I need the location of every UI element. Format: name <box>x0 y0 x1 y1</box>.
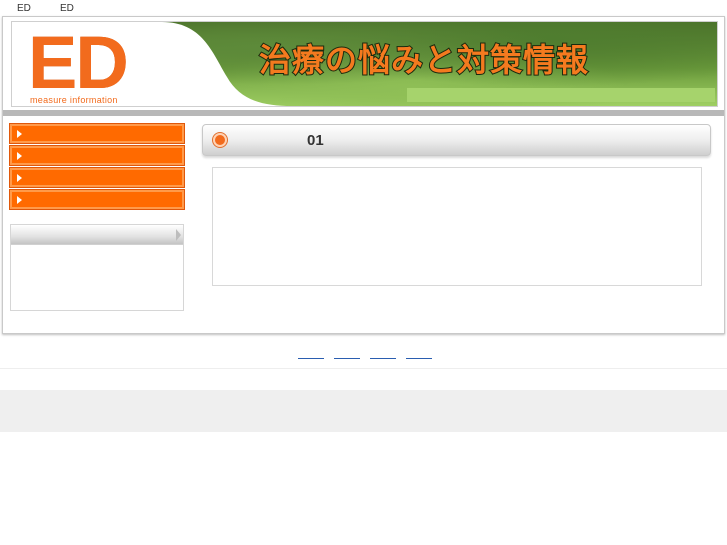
triangle-right-icon <box>17 130 22 138</box>
top-bar: ED ED <box>0 0 727 17</box>
sidebar-nav-item[interactable] <box>9 167 185 188</box>
footer-link[interactable] <box>370 347 396 359</box>
content-box <box>212 167 702 286</box>
site-logo[interactable]: ED <box>27 24 131 101</box>
sidebar-nav-item[interactable] <box>9 145 185 166</box>
footer-link[interactable] <box>298 347 324 359</box>
triangle-right-icon <box>17 152 22 160</box>
banner-title: 治療の悩みと対策情報 <box>258 40 590 80</box>
sidebar-nav-item[interactable] <box>9 189 185 210</box>
section-header: 01 <box>202 124 711 156</box>
header-divider <box>3 110 724 116</box>
triangle-right-icon <box>17 196 22 204</box>
top-bar-right-text: ED <box>60 3 74 14</box>
triangle-right-icon <box>176 229 181 241</box>
section-title: 01 <box>307 132 324 149</box>
top-bar-left-text: ED <box>17 3 31 14</box>
sidebar-box <box>10 224 184 311</box>
footer-divider <box>0 368 727 369</box>
footer-link[interactable] <box>334 347 360 359</box>
sidebar-box-header <box>11 225 183 245</box>
logo-subtitle: measure information <box>30 95 118 105</box>
triangle-right-icon <box>17 174 22 182</box>
banner-green-strip <box>407 88 715 102</box>
sidebar-nav <box>9 123 185 212</box>
sidebar-nav-item[interactable] <box>9 123 185 144</box>
site-header: ED measure information 治療の悩みと対策情報 <box>11 21 718 107</box>
footer-link[interactable] <box>406 347 432 359</box>
orange-circle-bullet-icon <box>213 133 227 147</box>
footer-band <box>0 390 727 432</box>
page-frame: ED measure information 治療の悩みと対策情報 01 <box>2 16 725 334</box>
